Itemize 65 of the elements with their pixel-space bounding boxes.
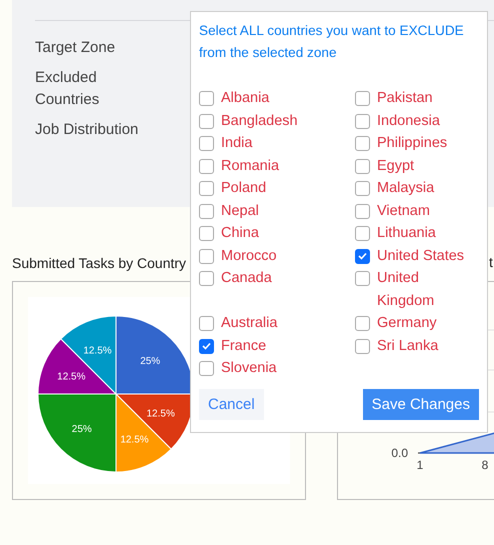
slice-label: 12.5% <box>83 345 112 356</box>
save-changes-button[interactable]: Save Changes <box>362 389 479 420</box>
checkbox[interactable] <box>199 204 214 218</box>
country-label[interactable]: Lithuania <box>377 222 436 244</box>
checkbox[interactable] <box>355 271 370 286</box>
checkbox[interactable] <box>199 338 214 354</box>
checkbox[interactable] <box>199 316 214 331</box>
checkbox[interactable] <box>355 204 370 218</box>
country-label[interactable]: United Kingdom <box>377 267 475 312</box>
country-label[interactable]: Philippines <box>377 132 448 154</box>
checkbox[interactable] <box>199 226 214 241</box>
country-label[interactable]: Slovenia <box>221 357 277 380</box>
checkbox[interactable] <box>355 91 370 106</box>
country-label[interactable]: France <box>221 334 266 357</box>
axis-tick: 0.0 <box>391 446 408 460</box>
checkbox[interactable] <box>199 114 214 128</box>
checkbox[interactable] <box>199 91 214 106</box>
chart-title: Submitted Tasks by Country <box>12 254 186 272</box>
field-label: Job Distribution <box>35 120 140 140</box>
checkbox[interactable] <box>355 316 370 331</box>
checkbox[interactable] <box>355 136 370 151</box>
checkbox[interactable] <box>355 114 370 128</box>
slice-label: 12.5% <box>120 434 149 446</box>
field-label: Target Zone <box>35 38 116 58</box>
checkbox[interactable] <box>199 361 214 376</box>
checkbox[interactable] <box>199 158 214 174</box>
country-label[interactable]: Romania <box>221 154 280 177</box>
checkbox[interactable] <box>199 181 214 196</box>
country-label[interactable]: Poland <box>221 177 266 200</box>
checkbox[interactable] <box>355 248 370 264</box>
checkbox[interactable] <box>355 226 370 241</box>
country-label[interactable]: India <box>221 132 252 154</box>
checkbox[interactable] <box>199 271 214 286</box>
country-label[interactable]: Nepal <box>221 200 259 222</box>
axis-tick: 1 <box>416 458 424 472</box>
checkbox[interactable] <box>199 248 214 264</box>
country-label[interactable]: Germany <box>377 312 437 334</box>
checkbox[interactable] <box>199 136 214 151</box>
popover-heading: Select ALL countries you want to EXCLUDE from the selected zone <box>199 22 465 62</box>
country-label[interactable]: Bangladesh <box>221 110 298 132</box>
country-label[interactable]: Canada <box>221 267 272 290</box>
cancel-button[interactable]: Cancel <box>199 389 264 420</box>
chart-title: t <box>489 254 493 270</box>
slice-label: 12.5% <box>57 372 86 382</box>
country-label[interactable]: China <box>221 222 259 244</box>
country-label[interactable]: Indonesia <box>377 110 440 132</box>
country-label[interactable]: Pakistan <box>377 87 433 110</box>
slice-label: 25% <box>72 424 92 436</box>
checkbox[interactable] <box>355 338 370 354</box>
country-label[interactable]: Albania <box>221 87 270 110</box>
check-icon <box>202 342 211 350</box>
field-label: Excluded Countries <box>35 68 100 110</box>
axis-tick: 8 <box>482 458 488 472</box>
country-label[interactable]: United States <box>377 244 464 267</box>
country-label[interactable]: Vietnam <box>377 200 430 222</box>
country-label[interactable]: Morocco <box>221 244 277 267</box>
slice-label: 12.5% <box>146 408 175 420</box>
check-icon <box>358 252 367 260</box>
country-label[interactable]: Egypt <box>377 154 414 177</box>
country-label[interactable]: Sri Lanka <box>377 334 438 357</box>
checkbox[interactable] <box>355 158 370 174</box>
country-label[interactable]: Malaysia <box>377 177 434 200</box>
slice-label: 25% <box>140 356 160 367</box>
country-label[interactable]: Australia <box>221 312 278 334</box>
checkbox[interactable] <box>355 181 370 196</box>
